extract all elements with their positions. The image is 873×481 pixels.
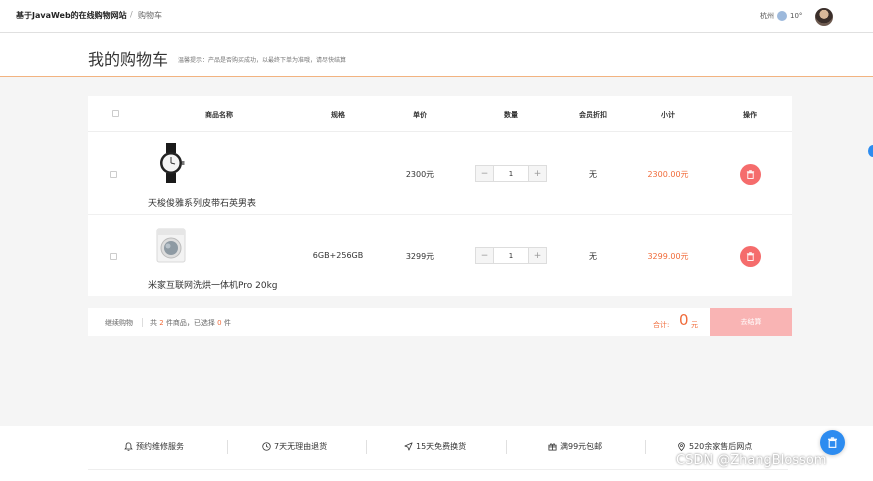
decrease-button[interactable]: − <box>476 166 493 181</box>
footer-item-label: 7天无理由退货 <box>274 442 328 451</box>
column-header: 操作 <box>743 111 757 119</box>
table-row: 米家互联网洗烘一体机Pro 20kg 6GB+256GB 3299元 − 1 +… <box>88 215 792 297</box>
gift-icon <box>548 443 557 451</box>
watermark: CSDN @ZhangBlossom <box>676 453 827 468</box>
continue-shopping-link[interactable]: 继续购物 <box>105 318 133 328</box>
page-header: 我的购物车 温馨提示：产品是否购买成功，以最终下单为准哦，请尽快结算 <box>0 33 873 77</box>
user-avatar[interactable] <box>815 8 833 26</box>
footer-item-shipping[interactable]: 满99元包邮 <box>548 441 602 452</box>
increase-button[interactable]: + <box>529 248 546 263</box>
clock-icon <box>262 442 271 451</box>
delete-button[interactable] <box>740 246 761 267</box>
count-suffix: 件 <box>223 319 231 327</box>
row-checkbox[interactable] <box>110 253 117 260</box>
footer-item-label: 预约维修服务 <box>136 442 184 451</box>
divider <box>142 318 143 327</box>
trash-icon <box>746 170 755 179</box>
bell-icon <box>124 442 133 451</box>
washing-machine-image[interactable] <box>154 225 188 265</box>
floating-delete-button[interactable] <box>820 430 845 455</box>
count-prefix: 共 <box>150 319 157 327</box>
cart-summary: 继续购物 共 2 件商品，已选择 0 件 合计: 0 元 去结算 <box>88 308 792 336</box>
column-header: 单价 <box>413 111 427 119</box>
delete-button[interactable] <box>740 164 761 185</box>
decrease-button[interactable]: − <box>476 248 493 263</box>
product-price: 2300元 <box>405 170 435 179</box>
count-mid: 件商品，已选择 <box>165 319 215 327</box>
divider <box>645 440 646 454</box>
trash-icon <box>746 252 755 261</box>
table-row: 天梭俊雅系列皮带石英男表 2300元 − 1 + 无 2300.00元 <box>88 133 792 215</box>
column-header: 商品名称 <box>205 111 233 119</box>
member-discount: 无 <box>589 170 597 179</box>
product-name[interactable]: 米家互联网洗烘一体机Pro 20kg <box>148 278 278 291</box>
watch-image[interactable] <box>154 143 188 183</box>
total-label: 合计: <box>653 321 670 329</box>
side-float-button[interactable] <box>868 145 873 157</box>
column-header: 会员折扣 <box>579 111 607 119</box>
increase-button[interactable]: + <box>529 166 546 181</box>
quantity-input[interactable]: 1 <box>493 166 529 181</box>
total-value: 0 <box>679 311 689 329</box>
footer-item-return[interactable]: 7天无理由退货 <box>262 441 327 452</box>
footer-item-label: 15天免费换货 <box>416 442 467 451</box>
breadcrumb-separator: / <box>130 10 133 19</box>
trash-icon <box>828 437 837 448</box>
total-unit: 元 <box>691 321 698 329</box>
count-selected: 0 <box>217 319 222 327</box>
count-total: 2 <box>159 319 164 327</box>
weather-city: 杭州 <box>760 12 774 20</box>
weather-widget: 杭州 10° <box>760 11 802 21</box>
cart-table: 商品名称 规格 单价 数量 会员折扣 小计 操作 天梭俊雅系列皮带石英男表 23… <box>88 96 792 296</box>
product-spec: 6GB+256GB <box>312 251 364 260</box>
footer-item-repair[interactable]: 预约维修服务 <box>124 441 184 452</box>
quantity-stepper: − 1 + <box>475 165 547 182</box>
site-brand[interactable]: 基于JavaWeb的在线购物网站 <box>16 10 127 21</box>
footer-item-exchange[interactable]: 15天免费换货 <box>404 441 466 452</box>
footer-divider <box>88 469 788 470</box>
footer-item-outlets[interactable]: 520余家售后网点 <box>677 441 752 452</box>
weather-icon <box>777 11 787 21</box>
item-count: 共 2 件商品，已选择 0 件 <box>150 318 231 328</box>
product-name[interactable]: 天梭俊雅系列皮带石英男表 <box>148 196 256 209</box>
divider <box>366 440 367 454</box>
page-title: 我的购物车 <box>88 50 169 69</box>
row-checkbox[interactable] <box>110 171 117 178</box>
checkout-button[interactable]: 去结算 <box>710 308 792 336</box>
table-header: 商品名称 规格 单价 数量 会员折扣 小计 操作 <box>88 96 792 132</box>
cart-tip: 温馨提示：产品是否购买成功，以最终下单为准哦，请尽快结算 <box>178 57 347 64</box>
footer-item-label: 520余家售后网点 <box>689 442 753 451</box>
divider <box>506 440 507 454</box>
column-header: 数量 <box>504 111 518 119</box>
send-icon <box>404 442 413 451</box>
quantity-input[interactable]: 1 <box>493 248 529 263</box>
footer-item-label: 满99元包邮 <box>560 442 603 451</box>
weather-temperature: 10° <box>790 12 803 20</box>
product-price: 3299元 <box>405 252 435 261</box>
divider <box>227 440 228 454</box>
row-subtotal: 3299.00元 <box>647 252 689 261</box>
breadcrumb-current: 购物车 <box>138 11 162 20</box>
quantity-stepper: − 1 + <box>475 247 547 264</box>
member-discount: 无 <box>589 252 597 261</box>
top-bar: 基于JavaWeb的在线购物网站 / 购物车 杭州 10° <box>0 0 873 33</box>
select-all-checkbox[interactable] <box>112 110 119 117</box>
location-pin-icon <box>678 442 685 451</box>
row-subtotal: 2300.00元 <box>647 170 689 179</box>
column-header: 规格 <box>331 111 345 119</box>
column-header: 小计 <box>661 111 675 119</box>
